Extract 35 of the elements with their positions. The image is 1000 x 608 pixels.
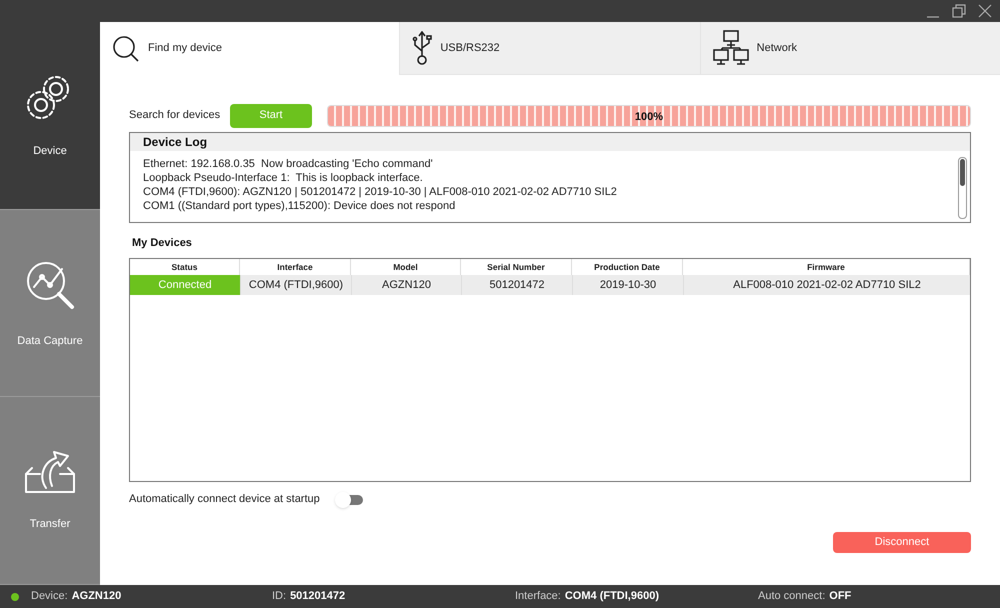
status-label: Auto connect: (758, 589, 826, 604)
log-line: COM4 (FTDI,9600): AGZN120 | 501201472 | 2019-10-30 | ALF008-010 2021-02-02 AD7710 SIL2 (143, 185, 618, 199)
log-line: Ethernet: 192.168.0.35 Now broadcasting 'Echo command' (143, 157, 434, 171)
sidebar-item[interactable]: Data Capture (0, 210, 100, 398)
status-label: Interface: (515, 589, 561, 604)
status-value: COM4 (FTDI,9600) (564, 589, 659, 604)
table-cell: 2019-10-30 (572, 274, 683, 294)
section-title: My Devices (132, 236, 193, 251)
search-icon (112, 34, 140, 62)
scrollbar[interactable] (958, 157, 967, 219)
table-cell: COM4 (FTDI,9600) (240, 274, 351, 294)
status-cell: Connected (130, 274, 240, 294)
log-line: Loopback Pseudo-Interface 1: This is loopback interface. (143, 171, 424, 185)
toggle-switch[interactable] (336, 494, 363, 504)
panel-title: Device Log (143, 134, 208, 151)
sidebar-item[interactable]: Device (0, 22, 100, 210)
status-label: ID: (272, 589, 286, 604)
auto-connect-label: Automatically connect device at startup (129, 492, 320, 508)
table-cell: 501201472 (461, 274, 572, 294)
status-value: OFF (829, 589, 852, 604)
log-line: COM1 ((Standard port types),115200): Device does not respond (143, 199, 456, 213)
network-icon (712, 30, 749, 66)
restore-icon[interactable] (952, 4, 966, 18)
usb-icon (412, 31, 432, 65)
tab[interactable]: USB/RS232 (399, 22, 700, 75)
progress-reading: 100% (634, 110, 664, 124)
status-label: Device: (31, 589, 68, 604)
tab[interactable]: Network (700, 22, 1000, 75)
status-value: 501201472 (290, 589, 346, 604)
status-value: AGZN120 (72, 589, 122, 604)
search-label: Search for devices (129, 108, 222, 124)
table-cell: ALF008-010 2021-02-02 AD7710 SIL2 (683, 274, 970, 294)
table-cell: AGZN120 (351, 274, 461, 294)
close-icon[interactable] (978, 4, 992, 18)
table-row[interactable]: Connected COM4 (FTDI,9600) AGZN120 501201472 2019-10-30 ALF008-010 2021-02-02 AD7710 SIL2 (130, 274, 970, 294)
